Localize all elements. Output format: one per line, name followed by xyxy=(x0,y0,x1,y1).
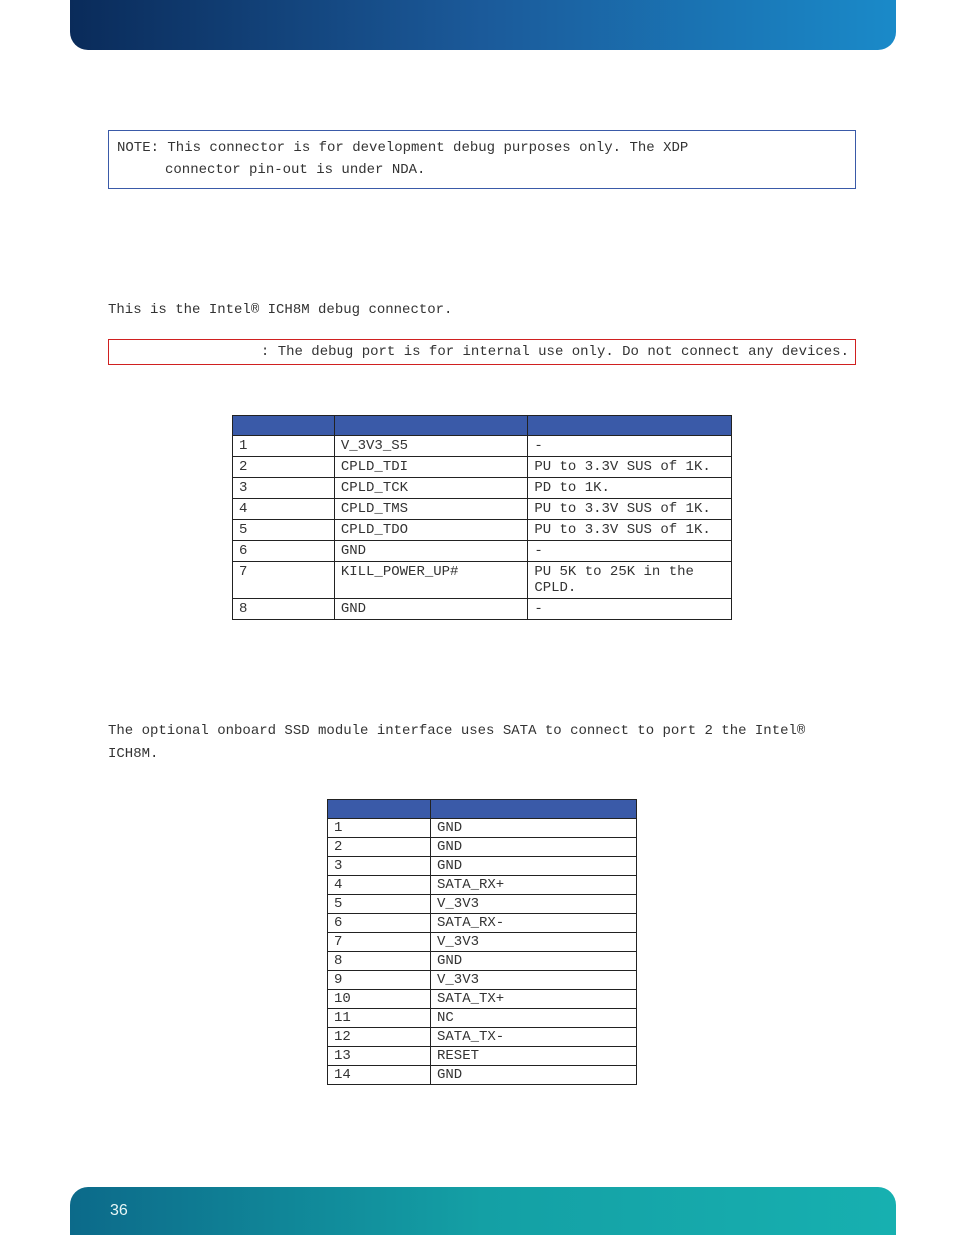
cell-notes: PU to 3.3V SUS of 1K. xyxy=(528,520,732,541)
cell-signal: GND xyxy=(431,1065,637,1084)
cell-signal: CPLD_TCK xyxy=(334,478,527,499)
col-notes xyxy=(528,416,732,436)
cell-signal: GND xyxy=(431,856,637,875)
cell-signal: V_3V3 xyxy=(431,932,637,951)
cell-notes: PU to 3.3V SUS of 1K. xyxy=(528,457,732,478)
cell-signal: RESET xyxy=(431,1046,637,1065)
table-row: 7KILL_POWER_UP#PU 5K to 25K in the CPLD. xyxy=(233,562,732,599)
table-header-row xyxy=(233,416,732,436)
col-pin xyxy=(233,416,335,436)
cell-signal: GND xyxy=(431,837,637,856)
cell-notes: - xyxy=(528,436,732,457)
table-row: 13RESET xyxy=(328,1046,637,1065)
table-row: 1GND xyxy=(328,818,637,837)
cell-pin: 7 xyxy=(233,562,335,599)
cell-pin: 11 xyxy=(328,1008,431,1027)
cell-signal: KILL_POWER_UP# xyxy=(334,562,527,599)
table-row: 8GND xyxy=(328,951,637,970)
cell-pin: 8 xyxy=(233,599,335,620)
col-signal xyxy=(431,799,637,818)
cell-pin: 7 xyxy=(328,932,431,951)
cell-pin: 14 xyxy=(328,1065,431,1084)
cell-notes: - xyxy=(528,541,732,562)
note-box: NOTE: This connector is for development … xyxy=(108,130,856,189)
cell-signal: V_3V3_S5 xyxy=(334,436,527,457)
cell-notes: PU 5K to 25K in the CPLD. xyxy=(528,562,732,599)
page-number: 36 xyxy=(110,1202,128,1220)
cell-pin: 13 xyxy=(328,1046,431,1065)
cell-pin: 9 xyxy=(328,970,431,989)
table-row: 10SATA_TX+ xyxy=(328,989,637,1008)
cell-pin: 12 xyxy=(328,1027,431,1046)
cell-pin: 10 xyxy=(328,989,431,1008)
header-bar xyxy=(70,0,896,50)
ssd-interface-table: 1GND2GND3GND4SATA_RX+5V_3V36SATA_RX-7V_3… xyxy=(327,799,637,1085)
cell-signal: GND xyxy=(334,541,527,562)
footer-bar: 36 xyxy=(70,1187,896,1235)
col-signal xyxy=(334,416,527,436)
table-row: 2CPLD_TDIPU to 3.3V SUS of 1K. xyxy=(233,457,732,478)
page-content: NOTE: This connector is for development … xyxy=(108,130,856,1085)
cell-notes: PD to 1K. xyxy=(528,478,732,499)
cell-notes: - xyxy=(528,599,732,620)
cell-pin: 6 xyxy=(233,541,335,562)
table-row: 14GND xyxy=(328,1065,637,1084)
table-row: 3GND xyxy=(328,856,637,875)
table-row: 4SATA_RX+ xyxy=(328,875,637,894)
section2-paragraph: The optional onboard SSD module interfac… xyxy=(108,720,856,765)
cell-signal: SATA_TX+ xyxy=(431,989,637,1008)
cell-pin: 4 xyxy=(233,499,335,520)
cell-signal: SATA_TX- xyxy=(431,1027,637,1046)
cell-signal: V_3V3 xyxy=(431,894,637,913)
table-row: 5CPLD_TDOPU to 3.3V SUS of 1K. xyxy=(233,520,732,541)
note-line1: NOTE: This connector is for development … xyxy=(117,140,688,156)
cell-pin: 4 xyxy=(328,875,431,894)
section1-paragraph: This is the Intel® ICH8M debug connector… xyxy=(108,299,856,321)
cell-signal: SATA_RX- xyxy=(431,913,637,932)
cell-pin: 8 xyxy=(328,951,431,970)
cell-pin: 1 xyxy=(233,436,335,457)
table-row: 12SATA_TX- xyxy=(328,1027,637,1046)
col-pin xyxy=(328,799,431,818)
table-row: 3CPLD_TCKPD to 1K. xyxy=(233,478,732,499)
cell-signal: V_3V3 xyxy=(431,970,637,989)
cell-pin: 5 xyxy=(233,520,335,541)
cell-signal: CPLD_TDO xyxy=(334,520,527,541)
cell-signal: SATA_RX+ xyxy=(431,875,637,894)
table-row: 5V_3V3 xyxy=(328,894,637,913)
table-row: 7V_3V3 xyxy=(328,932,637,951)
cell-signal: CPLD_TDI xyxy=(334,457,527,478)
cell-pin: 5 xyxy=(328,894,431,913)
cell-signal: NC xyxy=(431,1008,637,1027)
warning-box: : The debug port is for internal use onl… xyxy=(108,339,856,365)
cell-signal: GND xyxy=(431,951,637,970)
note-line2: connector pin-out is under NDA. xyxy=(117,159,847,181)
table-row: 9V_3V3 xyxy=(328,970,637,989)
cell-pin: 2 xyxy=(328,837,431,856)
cell-pin: 1 xyxy=(328,818,431,837)
cell-signal: GND xyxy=(334,599,527,620)
cell-signal: CPLD_TMS xyxy=(334,499,527,520)
cell-pin: 3 xyxy=(328,856,431,875)
table-row: 6SATA_RX- xyxy=(328,913,637,932)
cell-notes: PU to 3.3V SUS of 1K. xyxy=(528,499,732,520)
table-row: 8GND- xyxy=(233,599,732,620)
cell-pin: 3 xyxy=(233,478,335,499)
cell-pin: 6 xyxy=(328,913,431,932)
table-row: 6GND- xyxy=(233,541,732,562)
table-row: 11NC xyxy=(328,1008,637,1027)
table-row: 4CPLD_TMSPU to 3.3V SUS of 1K. xyxy=(233,499,732,520)
table-header-row xyxy=(328,799,637,818)
table-row: 1V_3V3_S5- xyxy=(233,436,732,457)
cell-pin: 2 xyxy=(233,457,335,478)
cell-signal: GND xyxy=(431,818,637,837)
warning-text: : The debug port is for internal use onl… xyxy=(261,344,849,360)
debug-connector-table: 1V_3V3_S5-2CPLD_TDIPU to 3.3V SUS of 1K.… xyxy=(232,415,732,620)
table-row: 2GND xyxy=(328,837,637,856)
